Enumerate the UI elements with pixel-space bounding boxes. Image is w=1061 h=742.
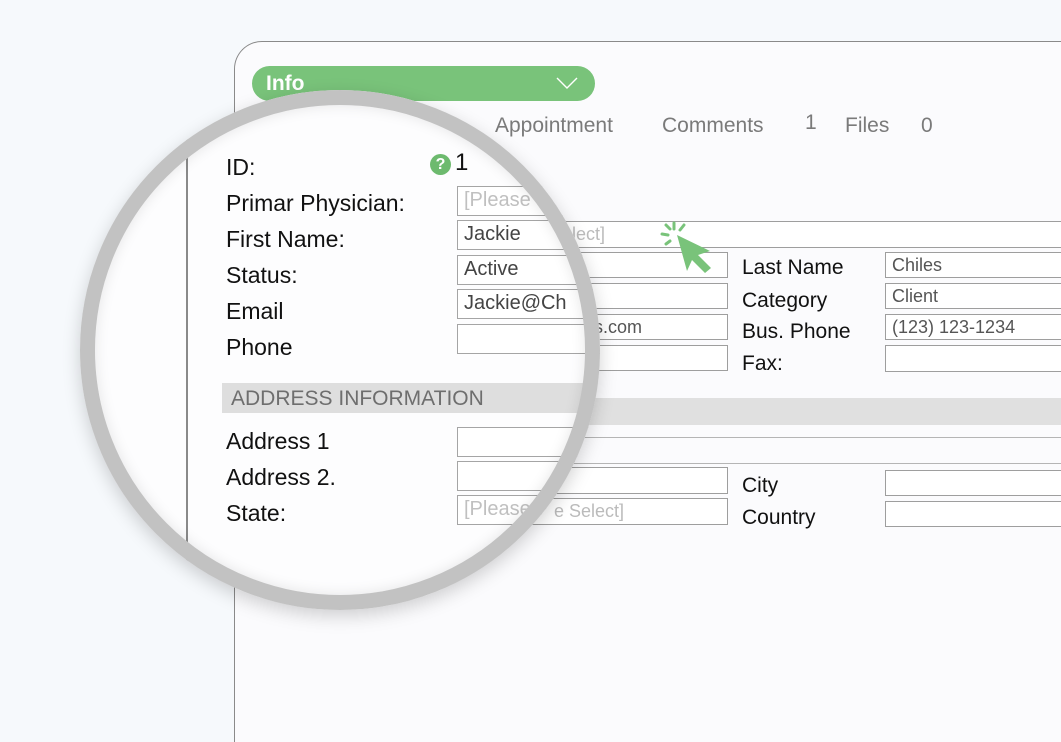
category-select[interactable]: Client (885, 283, 1061, 309)
country-label: Country (742, 506, 816, 529)
comments-count: 1 (805, 111, 817, 134)
first-name-input[interactable]: Jackie (457, 220, 600, 250)
primary-physician-label: Primar Physician: (226, 190, 405, 216)
window-edge (186, 90, 188, 610)
city-label: City (742, 474, 779, 497)
address1-input[interactable] (457, 427, 600, 457)
fax-input[interactable] (885, 345, 1061, 372)
tab-files[interactable]: Files (845, 114, 889, 138)
id-label: ID: (226, 154, 256, 180)
magnifier-lens: ID: ? 1 Primar Physician: [Please Select… (80, 90, 600, 610)
divider (560, 437, 1061, 438)
fax-label: Fax: (742, 352, 783, 375)
email-label: Email (226, 298, 284, 324)
country-input[interactable] (885, 501, 1061, 527)
phone-input[interactable] (457, 324, 600, 354)
address2-input[interactable] (457, 461, 600, 491)
id-value: 1 (455, 149, 469, 176)
address-section-header: ADDRESS INFORMATION (222, 383, 600, 413)
state-label: State: (226, 500, 287, 526)
click-cursor-icon (660, 221, 711, 273)
email-input[interactable]: Jackie@Ch (457, 289, 600, 319)
status-label: Status: (226, 262, 298, 288)
bus-phone-label: Bus. Phone (742, 320, 851, 343)
category-label: Category (742, 289, 828, 312)
state-select[interactable]: [Please Select] (457, 495, 600, 525)
last-name-input[interactable]: Chiles (885, 252, 1061, 278)
first-name-label: First Name: (226, 226, 345, 252)
phone-label: Phone (226, 334, 293, 360)
bus-phone-input[interactable]: (123) 123-1234 (885, 314, 1061, 340)
address-section-bar (560, 398, 1061, 425)
divider (560, 463, 1061, 464)
primary-physician-select[interactable]: [Please Select] (457, 186, 600, 216)
city-input[interactable] (885, 470, 1061, 496)
address2-label: Address 2. (226, 464, 336, 490)
help-icon[interactable]: ? (430, 154, 451, 175)
last-name-label: Last Name (742, 256, 844, 279)
status-select[interactable]: Active (457, 255, 600, 285)
tab-comments[interactable]: Comments (662, 114, 764, 138)
files-count: 0 (921, 114, 933, 137)
address1-label: Address 1 (226, 428, 330, 454)
